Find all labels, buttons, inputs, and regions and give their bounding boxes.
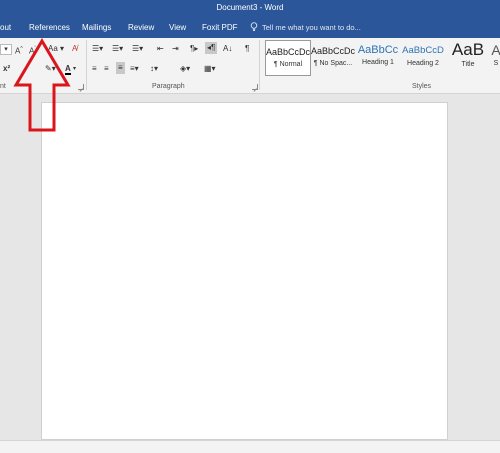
style-heading-1[interactable]: AaBbCc Heading 1	[355, 40, 401, 76]
style-sample: AaBbCcD	[402, 45, 444, 56]
paragraph-group-label: Paragraph	[152, 83, 185, 90]
style-name: Heading 1	[362, 59, 394, 66]
tell-me-placeholder: Tell me what you want to do...	[262, 23, 361, 32]
font-size-dropdown[interactable]: ▾	[0, 44, 12, 55]
numbering-icon[interactable]: ☰▾	[112, 44, 123, 54]
borders-icon[interactable]: ▦▾	[204, 64, 216, 74]
font-color-dropdown-icon[interactable]: ▾	[73, 64, 76, 74]
tell-me-box[interactable]: Tell me what you want to do...	[250, 22, 361, 32]
document-area	[0, 95, 500, 440]
group-divider	[86, 40, 87, 90]
style-sample: A	[491, 42, 500, 58]
style-name: S	[493, 60, 499, 67]
style-normal[interactable]: AaBbCcDc ¶ Normal	[265, 40, 311, 76]
window-title: Document3 - Word	[216, 3, 284, 12]
styles-group-label: Styles	[412, 83, 432, 90]
decrease-indent-icon[interactable]: ⇤	[157, 44, 164, 54]
ribbon-tabs: out References Mailings Review View Foxi…	[0, 18, 500, 38]
style-heading-2[interactable]: AaBbCcD Heading 2	[400, 40, 446, 76]
style-no-spacing[interactable]: AaBbCcDc ¶ No Spac...	[310, 40, 356, 76]
style-subtitle[interactable]: A S	[486, 40, 500, 76]
superscript-icon[interactable]: x²	[3, 64, 10, 74]
multilevel-list-icon[interactable]: ☰▾	[132, 44, 143, 54]
tab-mailings[interactable]: Mailings	[82, 23, 111, 32]
line-spacing-icon[interactable]: ↕▾	[150, 64, 158, 74]
shading-icon[interactable]: ◈▾	[180, 64, 190, 74]
ltr-text-direction-icon[interactable]: ¶▸	[190, 44, 198, 54]
tab-foxit-pdf[interactable]: Foxit PDF	[202, 23, 238, 32]
group-divider	[259, 40, 260, 90]
lightbulb-icon	[250, 22, 258, 31]
document-page[interactable]	[41, 102, 448, 440]
style-name: Heading 2	[407, 60, 439, 67]
justify-icon[interactable]: ≡▾	[130, 64, 139, 74]
tab-references[interactable]: References	[29, 23, 70, 32]
style-name: ¶ No Spac...	[313, 60, 353, 67]
style-name: Title	[461, 61, 475, 68]
tab-review[interactable]: Review	[128, 23, 154, 32]
style-sample: AaBbCcDc	[266, 47, 310, 57]
increase-indent-icon[interactable]: ⇥	[172, 44, 179, 54]
style-title[interactable]: AaB Title	[445, 40, 491, 76]
style-name: ¶ Normal	[273, 61, 303, 68]
tab-layout[interactable]: out	[0, 23, 11, 32]
clear-formatting-icon[interactable]: A̸	[72, 44, 77, 54]
annotation-arrow-icon	[13, 38, 71, 132]
title-bar: Document3 - Word	[0, 0, 500, 18]
font-group-label: nt	[0, 83, 6, 90]
font-dialog-launcher-icon[interactable]	[78, 84, 84, 90]
style-sample: AaB	[451, 40, 485, 59]
show-formatting-marks-icon[interactable]: ¶	[245, 44, 249, 54]
align-left-icon[interactable]: ≡	[92, 64, 97, 74]
status-bar	[0, 440, 500, 453]
rtl-text-direction-icon[interactable]: ◂¶	[205, 42, 218, 54]
bullets-icon[interactable]: ☰▾	[92, 44, 103, 54]
style-sample: AaBbCc	[357, 44, 399, 56]
styles-gallery: AaBbCcDc ¶ Normal AaBbCcDc ¶ No Spac... …	[262, 40, 500, 78]
sort-icon[interactable]: A↓	[223, 44, 232, 54]
style-sample: AaBbCcDc	[310, 46, 355, 56]
align-right-icon[interactable]: ≡	[116, 62, 125, 74]
tab-view[interactable]: View	[169, 23, 186, 32]
align-center-icon[interactable]: ≡	[104, 64, 109, 74]
paragraph-dialog-launcher-icon[interactable]	[252, 84, 258, 90]
